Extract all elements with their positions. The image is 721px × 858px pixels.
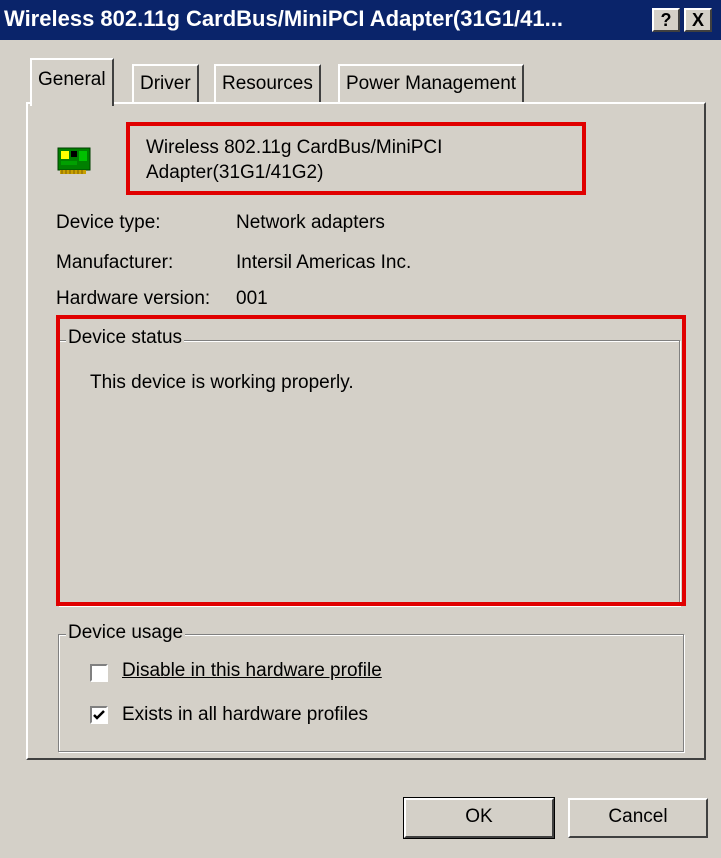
tab-driver[interactable]: Driver	[132, 64, 199, 102]
help-button[interactable]: ?	[652, 8, 680, 32]
device-status-highlight	[56, 315, 686, 606]
close-button[interactable]: X	[684, 8, 712, 32]
manufacturer-value: Intersil Americas Inc.	[236, 252, 412, 273]
disable-profile-checkbox[interactable]	[90, 664, 108, 682]
hardware-version-value: 001	[236, 288, 268, 309]
checkmark-icon	[93, 710, 105, 720]
device-type-label: Device type:	[56, 212, 161, 233]
tab-general[interactable]: General	[30, 58, 114, 106]
device-usage-label: Device usage	[66, 622, 186, 644]
device-properties-dialog: Wireless 802.11g CardBus/MiniPCI Adapter…	[0, 0, 721, 858]
device-name-highlight	[126, 122, 586, 195]
title-bar[interactable]: Wireless 802.11g CardBus/MiniPCI Adapter…	[0, 0, 721, 40]
manufacturer-label: Manufacturer:	[56, 252, 174, 273]
window-title: Wireless 802.11g CardBus/MiniPCI Adapter…	[4, 6, 563, 31]
tab-power-management[interactable]: Power Management	[338, 64, 525, 102]
exists-all-profiles-label[interactable]: Exists in all hardware profiles	[122, 704, 368, 726]
disable-profile-label[interactable]: Disable in this hardware profile	[122, 660, 382, 682]
device-type-value: Network adapters	[236, 212, 385, 233]
tab-resources[interactable]: Resources	[214, 64, 321, 102]
ok-button[interactable]: OK	[403, 797, 555, 839]
hardware-version-label: Hardware version:	[56, 288, 211, 309]
device-usage-group	[58, 634, 684, 752]
cancel-button[interactable]: Cancel	[568, 798, 708, 838]
exists-all-profiles-checkbox[interactable]	[90, 706, 108, 724]
network-card-icon	[57, 147, 91, 174]
